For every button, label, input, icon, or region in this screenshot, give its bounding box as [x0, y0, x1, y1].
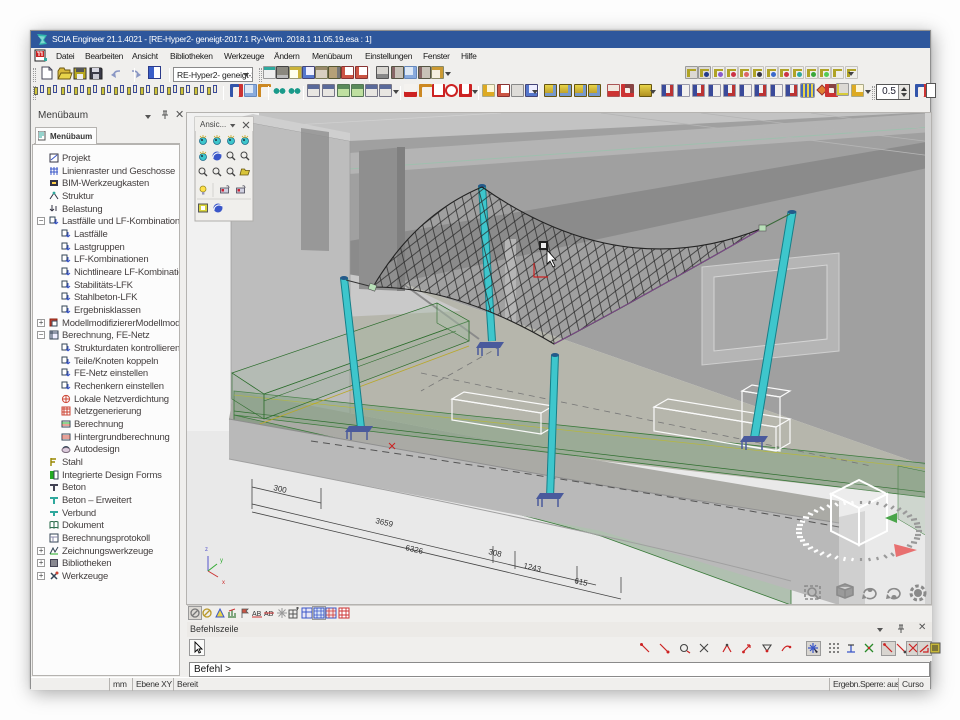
svg-text:z: z [205, 547, 208, 553]
svg-text:Ansic...: Ansic... [200, 120, 226, 129]
svg-text:y: y [220, 558, 223, 564]
svg-text:x: x [222, 580, 225, 586]
svg-text:AB: AB [264, 611, 274, 618]
